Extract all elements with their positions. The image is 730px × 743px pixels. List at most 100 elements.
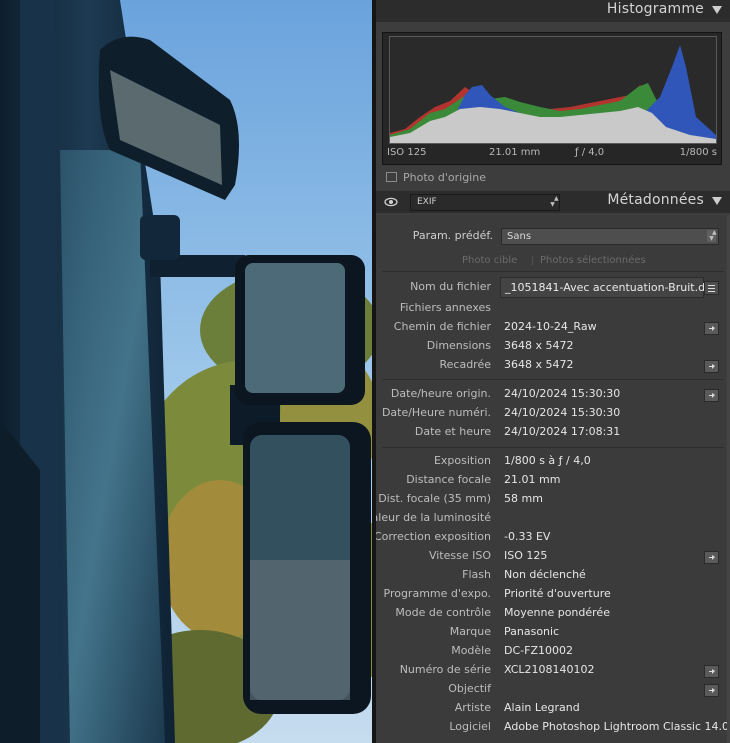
metadata-row-date-digitized: Date/Heure numéri. 24/10/2024 15:30:30 [376, 404, 730, 423]
histo-iso: ISO 125 [387, 147, 427, 158]
preset-select[interactable]: Sans ▲ ▼ [501, 228, 719, 245]
row-value: 2024-10-24_Raw [504, 320, 597, 333]
filename-field[interactable]: _1051841-Avec accentuation-Bruit.dng [500, 277, 719, 298]
iso-arrow-icon[interactable] [704, 551, 719, 564]
metadata-row-date-time: Date et heure 24/10/2024 17:08:31 [376, 423, 730, 442]
row-value: 24/10/2024 17:08:31 [504, 425, 621, 438]
metadata-row-dimensions: Dimensions 3648 x 5472 [376, 337, 730, 356]
row-label: Dimensions [426, 339, 491, 352]
divider [382, 447, 724, 448]
tab-target-photo[interactable]: Photo cible [462, 255, 517, 266]
histogram-title: Histogramme [606, 1, 704, 17]
spinner-icon: ▲ ▼ [707, 230, 717, 242]
metadata-row-focal-length: Distance focale 21.01 mm [376, 471, 730, 490]
row-value: 24/10/2024 15:30:30 [504, 387, 621, 400]
histogram-graph [389, 36, 717, 144]
row-value: 3648 x 5472 [504, 339, 574, 352]
metadata-row-brightness: Valeur de la luminosité [376, 509, 730, 528]
spinner-icon: ▲ ▼ [550, 195, 559, 208]
row-label: Date/heure origin. [390, 387, 491, 400]
metadata-header[interactable]: EXIF ▲ ▼ Métadonnées [376, 191, 730, 213]
right-panel: Histogramme ISO 125 21.01 mm ƒ / 4,0 1/8… [376, 0, 730, 743]
row-label: Fichiers annexes [399, 301, 491, 314]
metadata-set-value: EXIF [417, 197, 437, 207]
row-label: Dist. focale (35 mm) [378, 492, 491, 505]
serial-arrow-icon[interactable] [704, 665, 719, 678]
row-label: Vitesse ISO [428, 549, 491, 562]
metadata-row-path: Chemin de fichier 2024-10-24_Raw [376, 318, 730, 337]
row-value: Priorité d'ouverture [504, 587, 611, 600]
divider [382, 379, 724, 380]
histogram-plot [390, 45, 716, 143]
metadata-row-sidecar: Fichiers annexes [376, 299, 730, 318]
row-value: Alain Legrand [504, 701, 580, 714]
metadata-row-serial: Numéro de série XCL2108140102 [376, 661, 730, 680]
crop-arrow-icon[interactable] [704, 360, 719, 373]
preset-value: Sans [507, 231, 532, 242]
row-value: 21.01 mm [504, 473, 561, 486]
row-label: Valeur de la luminosité [376, 511, 491, 524]
row-label: Exposition [433, 454, 491, 467]
row-label: Numéro de série [399, 663, 491, 676]
row-label: Recadrée [439, 358, 491, 371]
metadata-title: Métadonnées [607, 192, 704, 208]
row-label: Programme d'expo. [383, 587, 492, 600]
row-label: Marque [449, 625, 491, 638]
row-label: Date et heure [414, 425, 491, 438]
row-value: Adobe Photoshop Lightroom Classic 14.0.1… [504, 720, 730, 733]
row-label: Logiciel [449, 720, 491, 733]
row-value: 58 mm [504, 492, 543, 505]
divider [382, 271, 724, 272]
metadata-row-lens: Objectif [376, 680, 730, 699]
row-value: ISO 125 [504, 549, 548, 562]
histogram-box: ISO 125 21.01 mm ƒ / 4,0 1/800 s [382, 32, 722, 165]
lens-arrow-icon[interactable] [704, 684, 719, 697]
collapse-triangle-icon[interactable] [712, 6, 722, 14]
tab-selected-photos[interactable]: Photos sélectionnées [540, 255, 646, 266]
metadata-row-software: Logiciel Adobe Photoshop Lightroom Class… [376, 718, 730, 737]
histo-shutter: 1/800 s [679, 147, 717, 158]
row-value: Non déclenché [504, 568, 586, 581]
metadata-row-exposure-program: Programme d'expo. Priorité d'ouverture [376, 585, 730, 604]
row-value: DC-FZ10002 [504, 644, 573, 657]
truck-mirror-photo [0, 0, 372, 743]
go-to-folder-arrow-icon[interactable] [704, 322, 719, 335]
row-label: Flash [462, 568, 491, 581]
metadata-row-artist: Artiste Alain Legrand [376, 699, 730, 718]
metadata-row-metering-mode: Mode de contrôle Moyenne pondérée [376, 604, 730, 623]
histogram-header[interactable]: Histogramme [376, 0, 730, 22]
row-value: -0.33 EV [504, 530, 551, 543]
original-photo-label: Photo d'origine [403, 171, 486, 184]
filename-value: _1051841-Avec accentuation-Bruit.dng [505, 281, 720, 294]
row-value: 3648 x 5472 [504, 358, 574, 371]
eye-icon[interactable] [384, 195, 398, 209]
histo-aperture: ƒ / 4,0 [575, 147, 605, 158]
target-tabs: Photo cible | Photos sélectionnées [376, 255, 730, 269]
row-label: Distance focale [406, 473, 491, 486]
row-label: Objectif [448, 682, 491, 695]
row-label: Nom du fichier [410, 280, 491, 293]
collapse-triangle-icon[interactable] [712, 197, 722, 205]
metadata-row-make: Marque Panasonic [376, 623, 730, 642]
metadata-row-focal-35mm: Dist. focale (35 mm) 58 mm [376, 490, 730, 509]
metadata-row-cropped: Recadrée 3648 x 5472 [376, 356, 730, 375]
original-photo-checkbox[interactable] [386, 172, 397, 182]
row-label: Date/Heure numéri. [381, 406, 491, 419]
row-value: XCL2108140102 [504, 663, 595, 676]
row-label: Artiste [454, 701, 491, 714]
row-value: Moyenne pondérée [504, 606, 610, 619]
date-arrow-icon[interactable] [704, 389, 719, 402]
metadata-row-model: Modèle DC-FZ10002 [376, 642, 730, 661]
row-label: Correction exposition [376, 530, 491, 543]
photo-preview [0, 0, 372, 743]
row-label: Chemin de fichier [393, 320, 491, 333]
row-label: Modèle [451, 644, 491, 657]
metadata-row-date-original: Date/heure origin. 24/10/2024 15:30:30 [376, 385, 730, 404]
metadata-set-select[interactable]: EXIF ▲ ▼ [410, 194, 560, 211]
preset-label: Param. prédéf. [412, 229, 493, 242]
row-value: 24/10/2024 15:30:30 [504, 406, 621, 419]
list-icon[interactable] [704, 281, 719, 295]
row-value: 1/800 s à ƒ / 4,0 [504, 454, 591, 467]
original-photo-toggle[interactable]: Photo d'origine [386, 171, 486, 184]
row-label: Mode de contrôle [395, 606, 491, 619]
